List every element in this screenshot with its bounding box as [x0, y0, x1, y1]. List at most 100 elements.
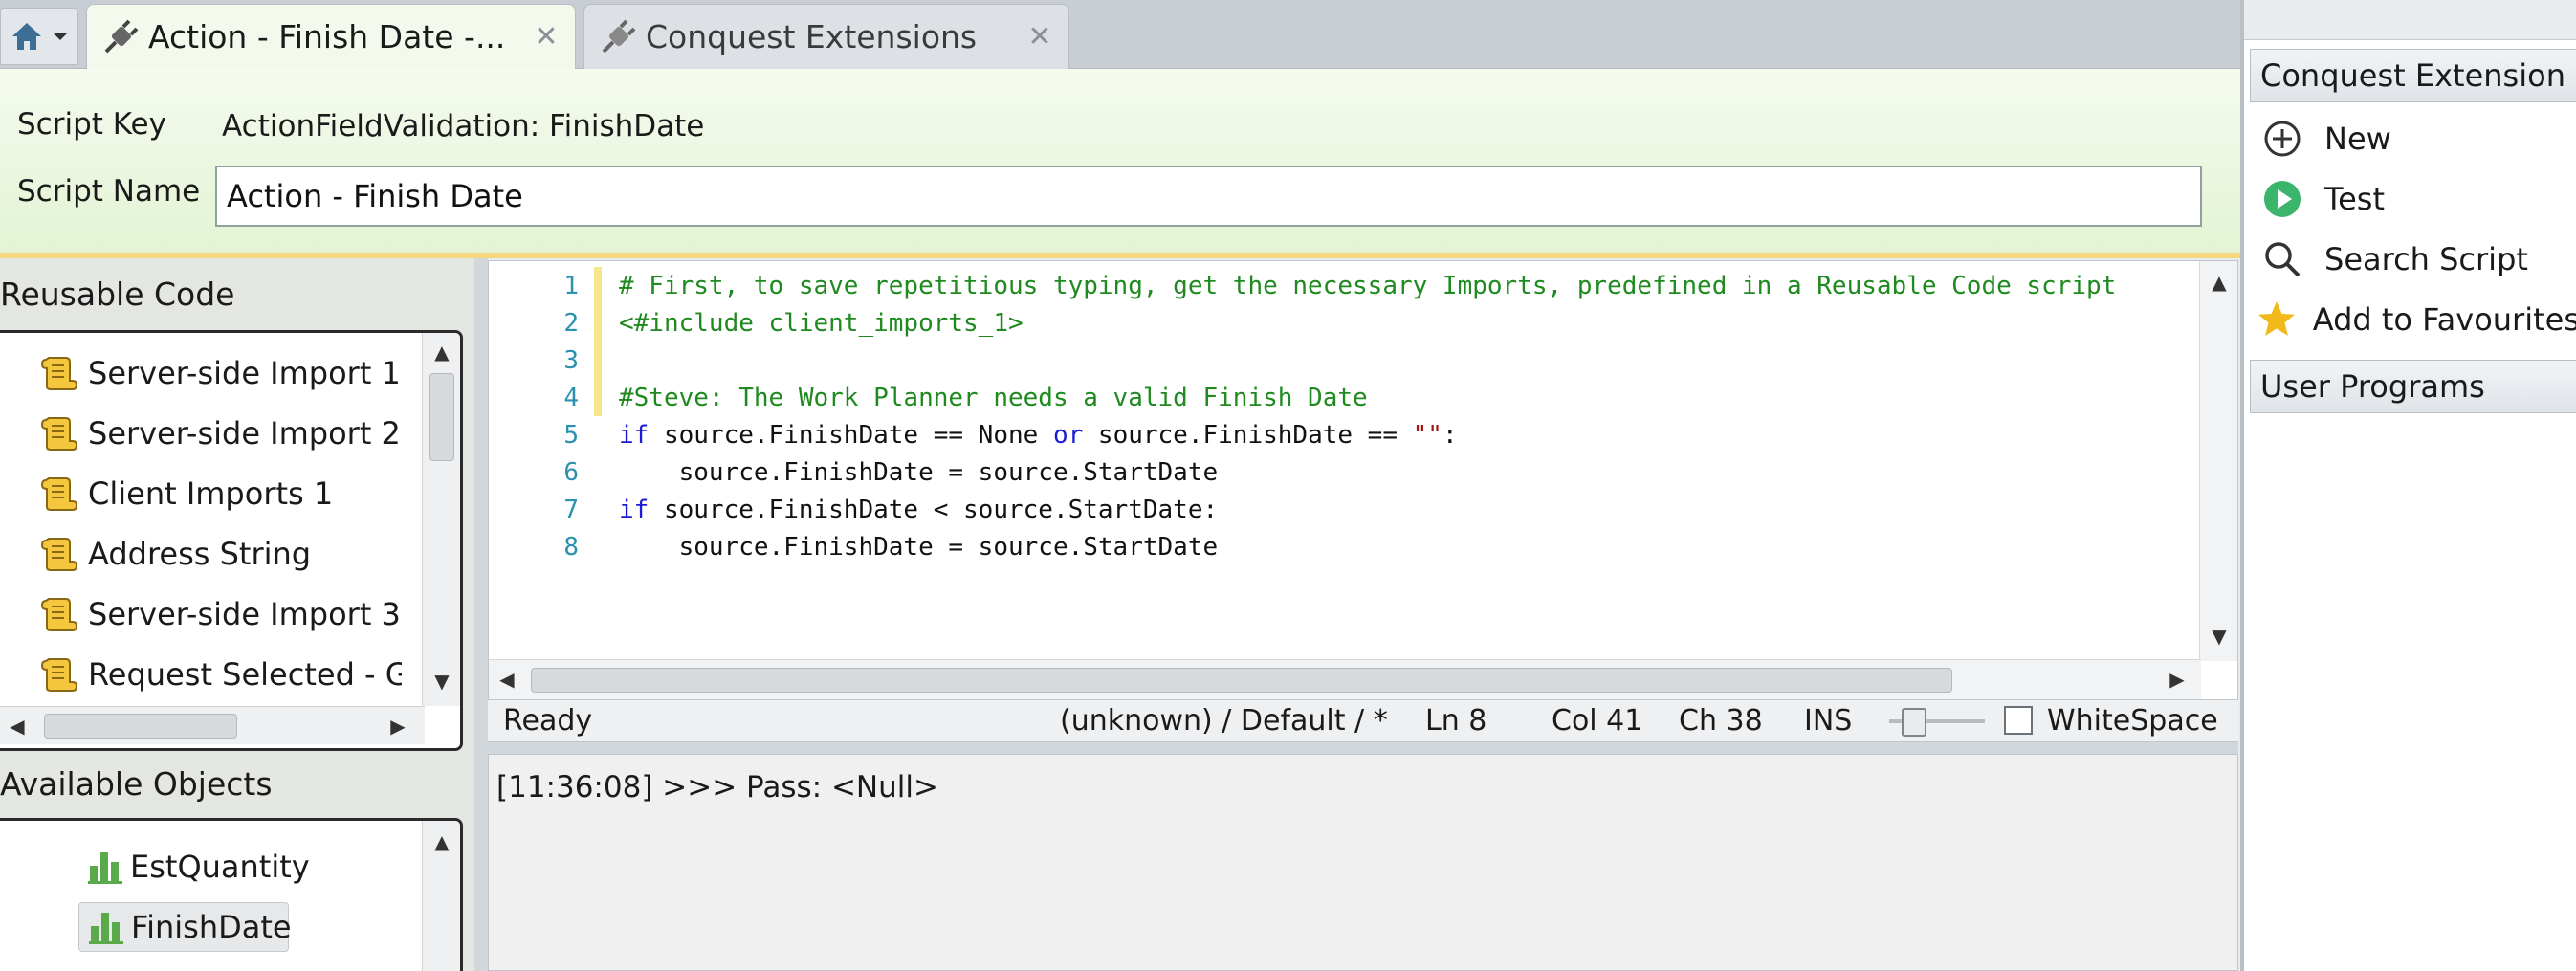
- change-marker: [594, 528, 602, 565]
- line-number: 4: [563, 383, 579, 412]
- new-label: New: [2324, 121, 2391, 157]
- whitespace-label: WhiteSpace: [2047, 704, 2218, 738]
- list-item[interactable]: Request Selected - Get: [38, 650, 402, 699]
- list-item-label: FinishDate: [131, 909, 292, 945]
- plugin-icon: [104, 19, 139, 53]
- reusable-code-title: Reusable Code: [0, 276, 235, 313]
- scroll-down-arrow-icon[interactable]: ▼: [423, 670, 460, 693]
- script-scroll-icon: [40, 477, 78, 511]
- list-item-label: Server-side Import 1: [88, 355, 401, 391]
- list-item[interactable]: Server-side Import 2: [38, 408, 402, 458]
- close-tab-icon[interactable]: ✕: [1021, 20, 1059, 54]
- whitespace-checkbox[interactable]: [2004, 706, 2033, 735]
- list-item[interactable]: Server-side Import 1: [38, 348, 402, 398]
- zoom-slider-thumb[interactable]: [1902, 708, 1926, 737]
- change-marker: [594, 267, 602, 304]
- status-column: Col 41: [1552, 704, 1643, 738]
- horizontal-splitter[interactable]: [488, 742, 2238, 754]
- reusable-code-vscrollbar[interactable]: ▲ ▼: [422, 333, 460, 706]
- editor-hscrollbar[interactable]: ◀ ▶: [489, 659, 2201, 699]
- scroll-up-arrow-icon[interactable]: ▲: [423, 341, 460, 364]
- search-script-label: Search Script: [2324, 241, 2528, 277]
- available-objects-list: EstQuantity FinishDate ▲: [0, 818, 463, 971]
- list-item[interactable]: Address String: [38, 529, 402, 579]
- scroll-left-arrow-icon[interactable]: ◀: [0, 715, 34, 738]
- list-item-label: Address String: [88, 536, 312, 572]
- change-marker: [594, 453, 602, 491]
- change-marker: [594, 416, 602, 453]
- user-programs-header[interactable]: User Programs: [2250, 360, 2576, 413]
- reusable-code-hscrollbar[interactable]: ◀ ▶: [0, 706, 425, 744]
- scroll-right-arrow-icon[interactable]: ▶: [381, 715, 415, 738]
- close-tab-icon[interactable]: ✕: [527, 20, 565, 54]
- code-line[interactable]: 8 source.FinishDate = source.StartDate: [489, 528, 2191, 565]
- field-bar-chart-icon: [89, 913, 123, 944]
- output-console: [11:36:08] >>> Pass: <Null>: [488, 754, 2238, 971]
- test-button[interactable]: Test: [2250, 169, 2576, 229]
- vertical-splitter[interactable]: [474, 258, 488, 971]
- list-item[interactable]: Client Imports 1: [38, 469, 402, 519]
- list-item[interactable]: FinishDate: [78, 902, 292, 952]
- editor-vscrollbar[interactable]: ▲ ▼: [2199, 261, 2237, 661]
- scroll-up-arrow-icon[interactable]: ▲: [423, 830, 460, 853]
- list-item[interactable]: EstQuantity: [78, 842, 365, 892]
- code-text: if source.FinishDate == None or source.F…: [619, 421, 1458, 450]
- code-token: if: [619, 420, 650, 450]
- search-script-button[interactable]: Search Script: [2250, 230, 2576, 289]
- code-token: source.FinishDate ==: [1083, 420, 1413, 450]
- line-number: 1: [563, 271, 579, 300]
- list-item-label: Server-side Import 3: [88, 596, 401, 632]
- code-line[interactable]: 6 source.FinishDate = source.StartDate: [489, 453, 2191, 491]
- reusable-code-list: Server-side Import 1 Server-side Import 2…: [0, 330, 463, 751]
- tab-conquest-extensions[interactable]: Conquest Extensions ✕: [583, 4, 1069, 69]
- status-context: (unknown) / Default / *: [1060, 704, 1388, 738]
- scroll-thumb[interactable]: [44, 714, 237, 739]
- available-objects-vscrollbar[interactable]: ▲: [422, 821, 460, 971]
- conquest-extension-header: Conquest Extension: [2250, 49, 2576, 102]
- code-text: # First, to save repetitious typing, get…: [619, 272, 2116, 300]
- chevron-down-icon: [54, 33, 67, 40]
- scroll-thumb[interactable]: [429, 373, 454, 461]
- code-text: #Steve: The Work Planner needs a valid F…: [619, 384, 1368, 412]
- change-marker: [594, 491, 602, 528]
- list-item-label: Request Selected - Get: [88, 656, 402, 693]
- tab-title: Conquest Extensions: [646, 18, 978, 55]
- code-line[interactable]: 7 if source.FinishDate < source.StartDate…: [489, 491, 2191, 528]
- scroll-up-arrow-icon[interactable]: ▲: [2200, 271, 2237, 294]
- output-line: [11:36:08] >>> Pass: <Null>: [496, 770, 938, 805]
- script-scroll-icon: [40, 598, 78, 631]
- line-number: 3: [563, 345, 579, 375]
- code-token: #Steve: The Work Planner needs a valid F…: [619, 383, 1368, 412]
- code-line[interactable]: 4 #Steve: The Work Planner needs a valid …: [489, 379, 2191, 416]
- home-menu-button[interactable]: [0, 8, 78, 65]
- code-text: <#include client_imports_1>: [619, 309, 1024, 338]
- status-ready: Ready: [503, 704, 593, 738]
- code-line[interactable]: 2 <#include client_imports_1>: [489, 304, 2191, 342]
- code-line[interactable]: 1 # First, to save repetitious typing, ge…: [489, 267, 2191, 304]
- script-scroll-icon: [40, 417, 78, 451]
- list-item-label: Client Imports 1: [88, 475, 334, 512]
- scroll-thumb[interactable]: [531, 668, 1952, 693]
- scroll-right-arrow-icon[interactable]: ▶: [2163, 668, 2191, 691]
- tab-action-finish-date[interactable]: Action - Finish Date -... ✕: [86, 4, 576, 69]
- list-item[interactable]: Server-side Import 3: [38, 589, 402, 639]
- add-to-favourites-button[interactable]: Add to Favourites: [2250, 290, 2576, 349]
- plugin-icon: [602, 19, 636, 53]
- tab-title: Action - Finish Date -...: [148, 18, 506, 55]
- field-bar-chart-icon: [88, 852, 122, 884]
- script-scroll-icon: [40, 658, 78, 692]
- code-line[interactable]: 3: [489, 342, 2191, 379]
- line-number: 7: [563, 495, 579, 524]
- status-insert-mode: INS: [1804, 704, 1853, 738]
- line-number: 8: [563, 532, 579, 562]
- code-token: or: [1052, 420, 1084, 450]
- script-name-input[interactable]: [215, 166, 2202, 227]
- code-editor[interactable]: 1 # First, to save repetitious typing, ge…: [488, 260, 2238, 700]
- scroll-down-arrow-icon[interactable]: ▼: [2200, 625, 2237, 648]
- code-line[interactable]: 5 if source.FinishDate == None or source.…: [489, 416, 2191, 453]
- new-button[interactable]: New: [2250, 109, 2576, 168]
- script-key-value: ActionFieldValidation: FinishDate: [222, 109, 705, 143]
- document-tab-bar: Action - Finish Date -... ✕ Conquest Ext…: [0, 0, 2240, 69]
- scroll-left-arrow-icon[interactable]: ◀: [493, 668, 521, 691]
- available-objects-title: Available Objects: [0, 765, 273, 803]
